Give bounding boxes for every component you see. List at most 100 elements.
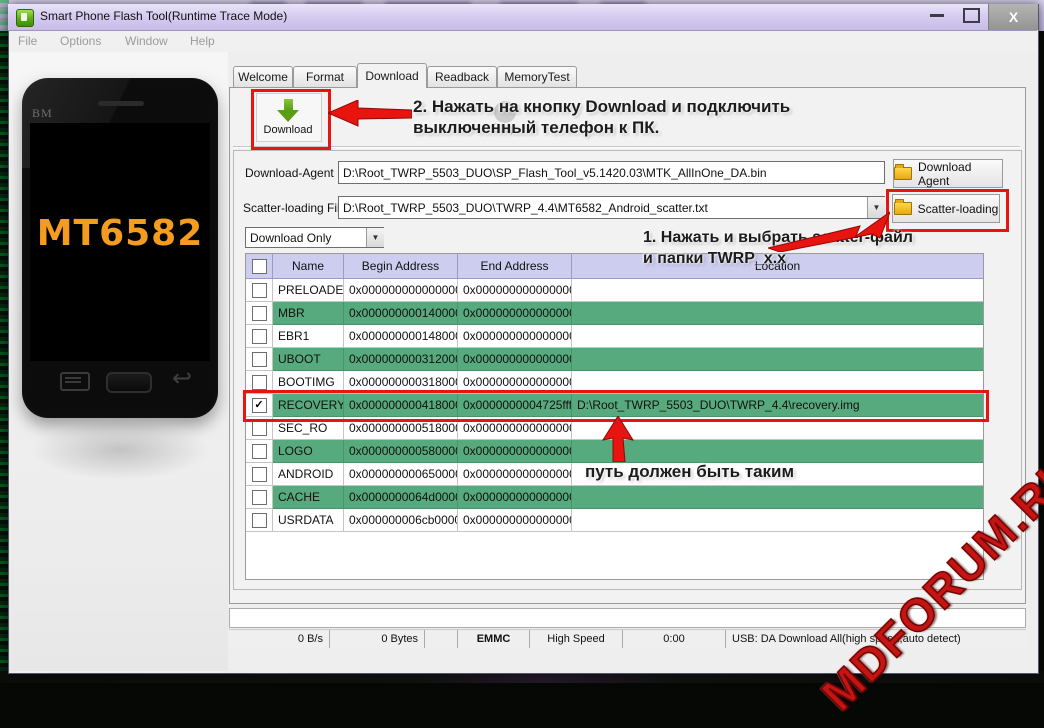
- tab-download[interactable]: Download: [357, 63, 427, 88]
- download-mode-select[interactable]: [245, 227, 384, 248]
- row-checkbox-cell: [246, 486, 273, 509]
- annotation-redbox-scatter: [886, 189, 1009, 232]
- status-timer: 0:00: [623, 630, 726, 648]
- row-checkbox-cell: [246, 279, 273, 302]
- menu-file[interactable]: File: [18, 34, 37, 48]
- row-checkbox[interactable]: [251, 420, 267, 436]
- tab-format[interactable]: Format: [293, 66, 357, 87]
- status-usb-speed: High Speed: [530, 630, 623, 648]
- download-agent-button[interactable]: Download Agent: [893, 159, 1003, 188]
- cell-name: PRELOADER: [273, 279, 344, 302]
- screenshot-root: Smart Phone Flash Tool(Runtime Trace Mod…: [0, 0, 1044, 721]
- tab-readback[interactable]: Readback: [427, 66, 497, 87]
- app-icon: [16, 9, 34, 27]
- annotation-path-note: путь должен быть таким: [585, 462, 795, 481]
- row-checkbox[interactable]: [251, 328, 267, 344]
- cell-location: [572, 486, 983, 509]
- cell-begin-address: 0x000000006cb00000: [344, 509, 458, 532]
- window-title: Smart Phone Flash Tool(Runtime Trace Mod…: [40, 9, 288, 23]
- cell-end-address: 0x0000000000000000: [458, 302, 572, 325]
- cell-end-address: 0x0000000000000000: [458, 509, 572, 532]
- phone-menu-button-icon: [60, 372, 90, 391]
- tab-memorytest[interactable]: MemoryTest: [497, 66, 577, 87]
- row-checkbox[interactable]: [251, 305, 267, 321]
- table-row-cache[interactable]: CACHE 0x0000000064d00000 0x000000000000000…: [246, 486, 983, 509]
- row-checkbox[interactable]: [251, 512, 267, 528]
- status-speed: 0 B/s: [229, 630, 330, 648]
- cell-name: UBOOT: [273, 348, 344, 371]
- menu-help[interactable]: Help: [190, 34, 215, 48]
- cell-end-address: 0x0000000000000000: [458, 279, 572, 302]
- header-begin[interactable]: Begin Address: [344, 254, 458, 278]
- row-checkbox[interactable]: [251, 351, 267, 367]
- cell-begin-address: 0x0000000001480000: [344, 325, 458, 348]
- cell-begin-address: 0x0000000006500000: [344, 463, 458, 486]
- download-arrow-icon: [284, 99, 293, 110]
- row-checkbox[interactable]: [251, 282, 267, 298]
- phone-image: BM MT6582 ↩: [22, 78, 218, 418]
- annotation-arrow-to-download: [328, 100, 412, 127]
- select-all-checkbox-cell[interactable]: [246, 254, 273, 278]
- status-storage: EMMC: [458, 630, 530, 648]
- phone-screen: MT6582: [30, 123, 210, 361]
- menu-window[interactable]: Window: [125, 34, 168, 48]
- row-checkbox-cell: [246, 440, 273, 463]
- annotation-step2-line1: 2. Нажать на кнопку Download и подключит…: [413, 97, 791, 116]
- table-row-ebr1[interactable]: EBR1 0x0000000001480000 0x0000000000000000: [246, 325, 983, 348]
- cell-location: [572, 325, 983, 348]
- mode-dropdown-arrow-icon[interactable]: ▼: [366, 228, 384, 247]
- row-checkbox-cell: [246, 509, 273, 532]
- cell-begin-address: 0x0000000001400000: [344, 302, 458, 325]
- cell-end-address: 0x0000000000000000: [458, 463, 572, 486]
- cell-name: USRDATA: [273, 509, 344, 532]
- close-button[interactable]: X: [988, 4, 1038, 30]
- cell-name: LOGO: [273, 440, 344, 463]
- phone-home-button-icon: [106, 372, 152, 393]
- phone-chip-label: MT6582: [36, 213, 204, 254]
- cell-name: EBR1: [273, 325, 344, 348]
- menu-options[interactable]: Options: [60, 34, 101, 48]
- minimize-button[interactable]: [930, 14, 944, 17]
- table-row-preloader[interactable]: PRELOADER0x00000000000000000x00000000000…: [246, 279, 983, 302]
- row-checkbox[interactable]: [251, 443, 267, 459]
- cell-end-address: 0x0000000000000000: [458, 486, 572, 509]
- phone-reflection: [30, 420, 210, 480]
- table-header-row: Name Begin Address End Address Location: [246, 254, 983, 279]
- row-checkbox-cell: [246, 348, 273, 371]
- row-checkbox-cell: [246, 325, 273, 348]
- annotation-arrow-to-recovery: [602, 416, 634, 462]
- cell-name: MBR: [273, 302, 344, 325]
- cell-end-address: 0x0000000000000000: [458, 348, 572, 371]
- maximize-button[interactable]: [963, 8, 980, 23]
- header-end[interactable]: End Address: [458, 254, 572, 278]
- cell-end-address: 0x0000000000000000: [458, 325, 572, 348]
- folder-icon: [894, 164, 912, 180]
- download-arrow-icon: [277, 110, 299, 122]
- tab-welcome[interactable]: Welcome: [233, 66, 293, 87]
- row-checkbox[interactable]: [251, 466, 267, 482]
- download-agent-label: Download-Agent: [245, 166, 334, 180]
- header-name[interactable]: Name: [273, 254, 344, 278]
- status-empty: [425, 630, 458, 648]
- table-row-usrdata[interactable]: USRDATA 0x000000006cb00000 0x0000000000000…: [246, 509, 983, 532]
- table-row-uboot[interactable]: UBOOT 0x0000000003120000 0x000000000000000…: [246, 348, 983, 371]
- annotation-step1-line2: и папки TWRP_х.х: [643, 250, 787, 267]
- cell-begin-address: 0x0000000064d00000: [344, 486, 458, 509]
- phone-back-button-icon: ↩: [172, 364, 193, 392]
- table-row-mbr[interactable]: MBR 0x0000000001400000 0x0000000000000000: [246, 302, 983, 325]
- row-checkbox[interactable]: [251, 374, 267, 390]
- menu-bar: File Options Window Help: [9, 31, 1036, 53]
- cell-location: [572, 279, 983, 302]
- cell-begin-address: 0x0000000005800000: [344, 440, 458, 463]
- row-checkbox[interactable]: [251, 489, 267, 505]
- annotation-arrow-to-scatter: [768, 211, 890, 252]
- cell-location: [572, 348, 983, 371]
- cell-end-address: 0x0000000000000000: [458, 440, 572, 463]
- select-all-checkbox[interactable]: [251, 258, 267, 274]
- cell-name: CACHE: [273, 486, 344, 509]
- download-agent-input[interactable]: [338, 161, 885, 184]
- toolbar-separator: [233, 146, 1020, 147]
- download-button-label: Download: [263, 124, 313, 136]
- phone-earpiece: [98, 101, 144, 106]
- cell-name: ANDROID: [273, 463, 344, 486]
